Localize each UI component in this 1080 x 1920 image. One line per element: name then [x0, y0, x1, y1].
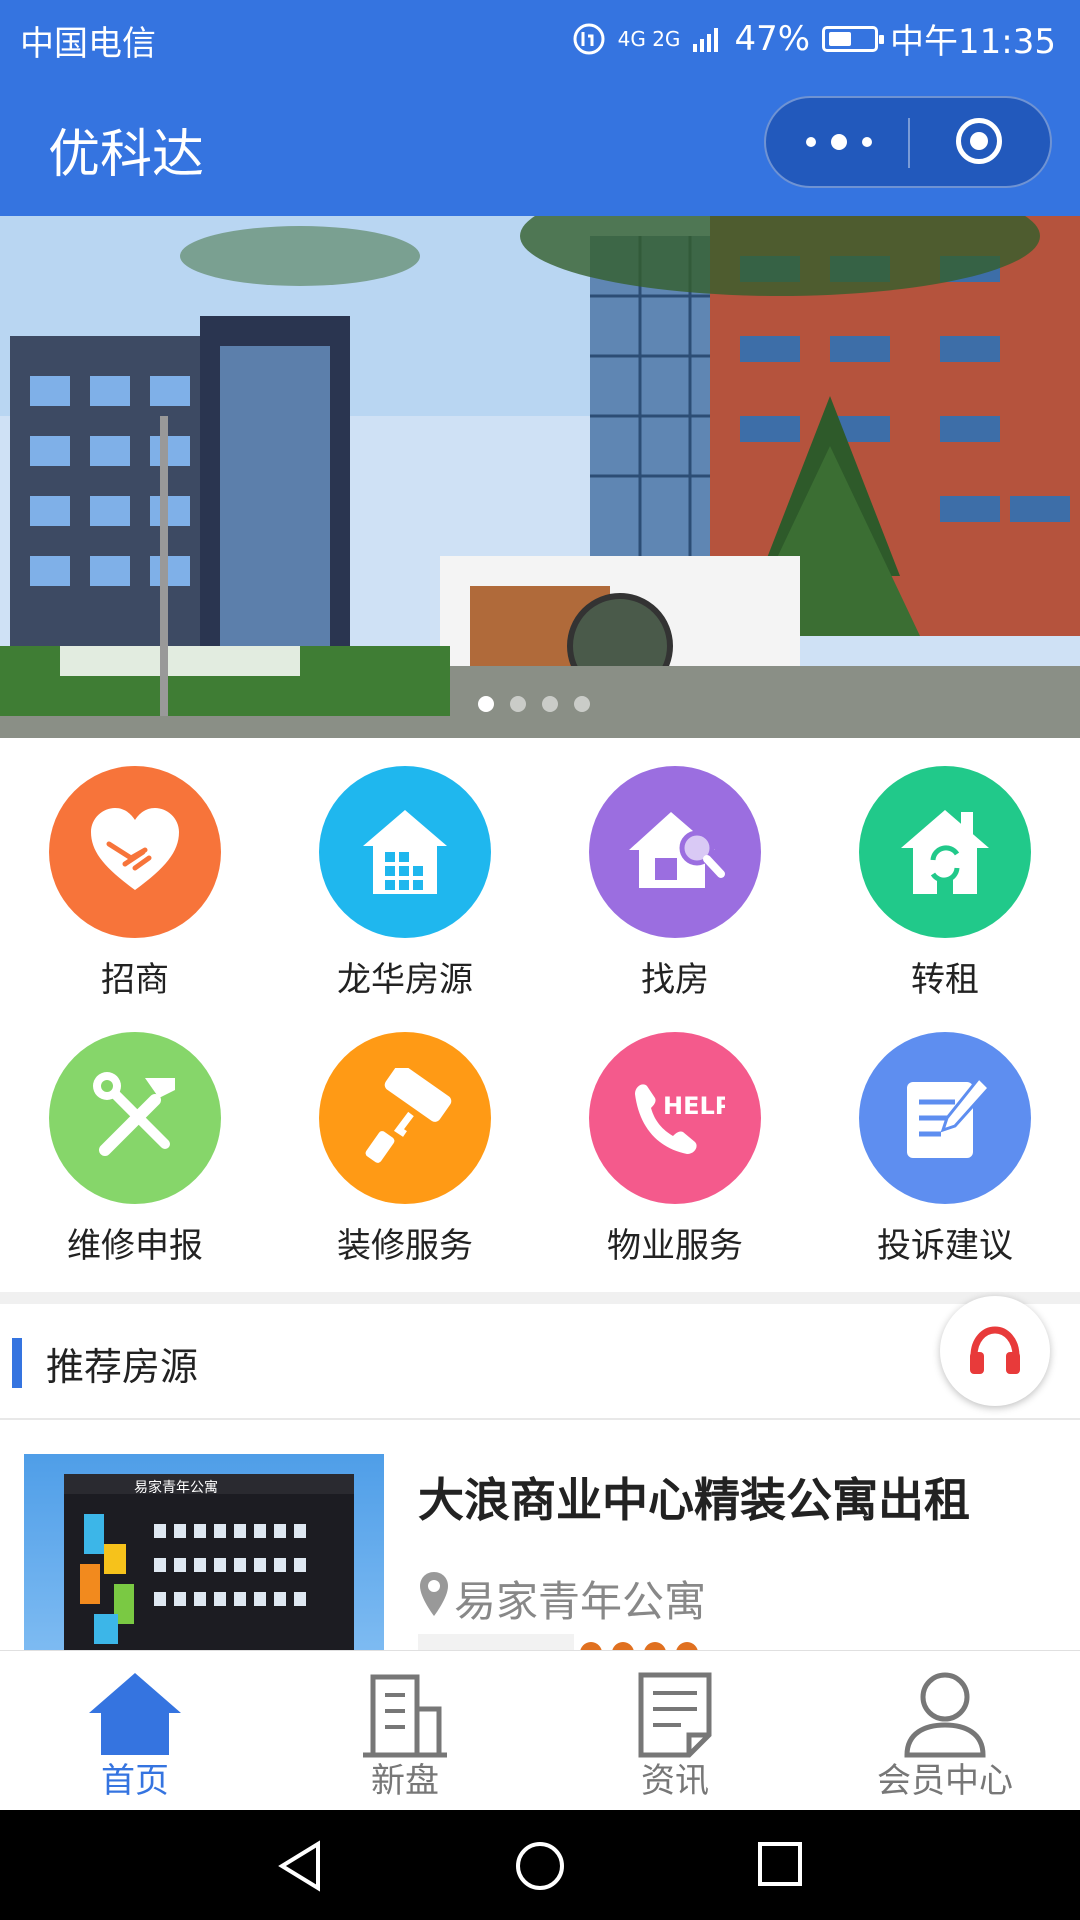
- mini-program-capsule: [764, 96, 1052, 188]
- hd-call-icon: [573, 23, 605, 54]
- carousel-dot[interactable]: [478, 696, 494, 712]
- page-title: 优科达: [48, 125, 205, 185]
- house-building-icon: [319, 766, 491, 938]
- help-text: HELP: [663, 1092, 725, 1120]
- more-options-icon[interactable]: [806, 126, 872, 158]
- carousel-dot[interactable]: [510, 696, 526, 712]
- menu-label: 投诉建议: [877, 1226, 1013, 1266]
- tab-news[interactable]: 资讯: [540, 1651, 810, 1811]
- recents-icon[interactable]: [756, 1840, 804, 1888]
- tab-label: 资讯: [641, 1761, 709, 1801]
- battery-icon: [822, 25, 885, 52]
- carousel-indicators: [478, 696, 590, 712]
- house-refresh-icon: [859, 766, 1031, 938]
- location-pin-icon: [420, 1572, 448, 1616]
- listing-item[interactable]: 易家青年公寓 大浪商业中心精装公寓出租 易家青年公寓: [0, 1420, 1080, 1650]
- menu-label: 物业服务: [607, 1226, 743, 1266]
- listing-thumbnail[interactable]: 易家青年公寓: [24, 1454, 384, 1650]
- tab-label: 新盘: [371, 1761, 439, 1801]
- back-icon[interactable]: [276, 1840, 326, 1892]
- section-divider: [0, 1292, 1080, 1304]
- paint-roller-icon: [319, 1032, 491, 1204]
- listing-rating: [580, 1642, 698, 1650]
- menu-item-find-house[interactable]: 找房: [540, 738, 810, 1000]
- menu-item-sublet[interactable]: 转租: [810, 738, 1080, 1000]
- network-type: 4G 2G: [617, 26, 681, 51]
- listing-title[interactable]: 大浪商业中心精装公寓出租: [418, 1464, 970, 1530]
- menu-item-property-service[interactable]: HELP 物业服务: [540, 1004, 810, 1266]
- bottom-tab-bar: 首页 新盘 资讯 会员中心: [0, 1650, 1080, 1811]
- building-icon: [363, 1674, 447, 1758]
- tools-icon: [49, 1032, 221, 1204]
- menu-label: 转租: [911, 960, 979, 1000]
- battery-percent: 47%: [734, 18, 811, 59]
- tab-new-listings[interactable]: 新盘: [270, 1651, 540, 1811]
- menu-item-invest[interactable]: 招商: [0, 738, 270, 1000]
- menu-grid: 招商 龙华房源 找房 转租 维修申报 装修服务 HELP 物业服务 投诉建议: [0, 738, 1080, 1292]
- tab-label: 首页: [101, 1761, 169, 1801]
- handshake-heart-icon: [49, 766, 221, 938]
- section-accent-bar: [12, 1338, 22, 1388]
- home-icon: [89, 1673, 181, 1755]
- news-icon: [638, 1672, 712, 1758]
- listing-location: 易家青年公寓: [454, 1577, 707, 1626]
- customer-service-button[interactable]: [940, 1296, 1050, 1406]
- navigation-bar: 优科达: [0, 76, 1080, 216]
- tab-member-center[interactable]: 会员中心: [810, 1651, 1080, 1811]
- section-title: 推荐房源: [46, 1345, 199, 1389]
- tab-label: 会员中心: [877, 1761, 1013, 1801]
- menu-item-complaint[interactable]: 投诉建议: [810, 1004, 1080, 1266]
- system-navigation-bar: [0, 1810, 1080, 1920]
- house-search-icon: [589, 766, 761, 938]
- status-bar: 中国电信 4G 2G 47% 中午11:35: [0, 0, 1080, 76]
- carousel-dot[interactable]: [574, 696, 590, 712]
- menu-item-longhua-listings[interactable]: 龙华房源: [270, 738, 540, 1000]
- tab-home[interactable]: 首页: [0, 1651, 270, 1811]
- menu-label: 维修申报: [67, 1226, 203, 1266]
- menu-item-renovation[interactable]: 装修服务: [270, 1004, 540, 1266]
- banner-image: [0, 216, 1080, 738]
- listing-tag: [418, 1634, 574, 1650]
- menu-label: 龙华房源: [337, 960, 473, 1000]
- capsule-divider: [908, 118, 910, 168]
- signal-icon: [693, 27, 719, 52]
- clock: 中午11:35: [890, 22, 1056, 62]
- user-icon: [904, 1672, 986, 1758]
- menu-label: 装修服务: [337, 1226, 473, 1266]
- menu-item-repair-report[interactable]: 维修申报: [0, 1004, 270, 1266]
- carousel-dot[interactable]: [542, 696, 558, 712]
- banner-carousel[interactable]: [0, 216, 1080, 738]
- recommended-section-header: 推荐房源: [0, 1304, 1080, 1420]
- carrier-name: 中国电信: [20, 24, 156, 64]
- home-circle-icon[interactable]: [514, 1840, 566, 1892]
- status-indicators: 4G 2G 47% 中午11:35: [572, 14, 1056, 63]
- menu-label: 招商: [101, 960, 169, 1000]
- thumbnail-sign: 易家青年公寓: [134, 1479, 218, 1496]
- menu-label: 找房: [641, 960, 709, 1000]
- edit-note-icon: [859, 1032, 1031, 1204]
- close-mini-program-icon[interactable]: [956, 118, 1002, 164]
- headset-icon: [970, 1326, 1020, 1374]
- help-phone-icon: HELP: [589, 1032, 761, 1204]
